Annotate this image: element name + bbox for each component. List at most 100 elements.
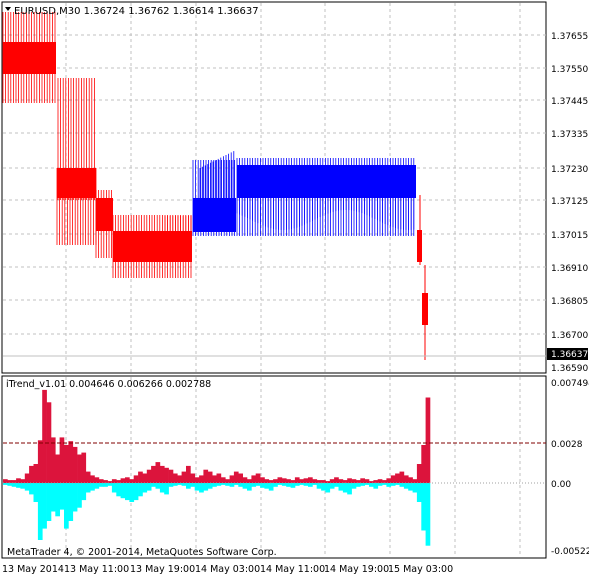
histogram-bar-positive (247, 479, 252, 483)
histogram-bar-positive (268, 480, 274, 483)
histogram-bar-positive (103, 480, 108, 483)
histogram-bar-negative (42, 483, 47, 529)
main-header: EURUSD,M30 1.36724 1.36762 1.36614 1.366… (14, 6, 259, 17)
time-label: 14 May 03:00 (195, 564, 260, 575)
histogram-bar-positive (59, 437, 65, 483)
histogram-bar-negative (360, 483, 365, 486)
histogram-bar-positive (408, 477, 413, 483)
histogram-bar-positive (421, 445, 426, 483)
histogram-bar-negative (94, 483, 100, 489)
histogram-bar-positive (303, 478, 309, 484)
time-axis: 13 May 2014 13 May 11:00 13 May 19:00 14… (2, 564, 453, 575)
histogram-bar-negative (29, 483, 34, 495)
histogram-bar-positive (98, 479, 104, 483)
histogram-bar-negative (303, 483, 309, 486)
time-label: 14 May 11:00 (260, 564, 325, 575)
histogram-bar-positive (55, 454, 60, 483)
histogram-bar-negative (20, 483, 26, 489)
histogram-bar-negative (138, 483, 143, 497)
histogram-bar-negative (351, 483, 357, 489)
histogram-bar-positive (312, 479, 318, 483)
price-label: 1.37550 (551, 65, 588, 75)
histogram-bar-positive (386, 478, 392, 484)
histogram-bar-positive (90, 475, 95, 483)
histogram-bar-positive (37, 440, 43, 484)
histogram-bar-positive (50, 437, 56, 483)
histogram-bar-negative (172, 483, 178, 486)
trading-chart[interactable]: EURUSD,M30 1.36724 1.36762 1.36614 1.366… (0, 0, 589, 577)
histogram-bar-negative (425, 483, 431, 546)
histogram-bar-positive (351, 479, 357, 483)
histogram-bar-negative (186, 483, 191, 489)
histogram-bar-negative (190, 483, 196, 487)
histogram-bar-positive (382, 480, 387, 483)
histogram-bar-positive (172, 473, 178, 483)
histogram-bar-positive (81, 452, 87, 483)
histogram-bar-positive (360, 478, 365, 484)
histogram-bar-positive (199, 475, 204, 483)
histogram-bar-positive (120, 478, 126, 484)
indicator-scale-label: 0.007494 (551, 379, 589, 389)
histogram-bar-positive (321, 480, 326, 483)
histogram-bar-positive (412, 479, 418, 483)
histogram-bar-negative (207, 483, 213, 489)
histogram-bar-positive (16, 478, 21, 484)
histogram-bar-positive (273, 479, 278, 483)
histogram-bar-positive (151, 465, 156, 483)
histogram-bar-positive (3, 479, 8, 483)
price-block (193, 198, 236, 232)
histogram-bar-negative (46, 483, 52, 521)
histogram-bar-negative (229, 483, 235, 487)
histogram-bar-negative (33, 483, 39, 502)
histogram-bar-negative (199, 483, 204, 493)
histogram-bar-positive (207, 471, 213, 483)
price-block (96, 198, 113, 231)
histogram-bar-negative (37, 483, 43, 540)
histogram-bar-negative (312, 483, 318, 485)
histogram-bar-positive (168, 469, 174, 483)
histogram-bar-positive (11, 480, 17, 483)
indicator-scale-label: -0.005225 (551, 547, 589, 557)
histogram-bar-negative (212, 483, 217, 487)
price-label: 1.36700 (551, 331, 588, 341)
price-label: 1.37445 (551, 97, 588, 107)
histogram-bar-positive (255, 473, 261, 483)
histogram-bar-positive (355, 480, 361, 483)
histogram-bar-positive (29, 465, 34, 483)
histogram-bar-positive (111, 479, 117, 483)
histogram-bar-positive (194, 477, 200, 483)
histogram-bar-positive (64, 445, 69, 483)
histogram-bar-negative (146, 483, 152, 491)
histogram-bar-negative (273, 483, 278, 487)
histogram-bar-negative (85, 483, 91, 493)
histogram-bar-positive (72, 446, 78, 483)
price-block (113, 231, 192, 262)
histogram-bar-positive (281, 478, 287, 484)
histogram-bar-positive (129, 479, 135, 483)
histogram-bar-positive (316, 480, 322, 483)
histogram-bar-negative (72, 483, 78, 512)
histogram-bar-negative (120, 483, 126, 499)
histogram-bar-negative (290, 483, 296, 488)
histogram-bar-positive (338, 479, 344, 483)
histogram-bar-negative (177, 483, 182, 485)
histogram-bar-positive (33, 464, 39, 483)
histogram-bar-negative (125, 483, 130, 501)
histogram-bar-positive (347, 478, 352, 484)
histogram-bar-positive (20, 479, 26, 483)
histogram-bar-negative (316, 483, 322, 489)
time-label: 13 May 2014 (2, 564, 64, 575)
price-label: 1.37230 (551, 165, 588, 175)
histogram-bar-positive (377, 479, 383, 483)
histogram-bar-negative (50, 483, 56, 512)
histogram-bar-positive (225, 479, 230, 483)
histogram-bar-negative (98, 483, 104, 487)
histogram-bar-negative (242, 483, 248, 489)
histogram-bar-negative (81, 483, 87, 501)
histogram-bar-positive (190, 473, 196, 483)
histogram-bar-positive (238, 473, 243, 483)
histogram-bar-negative (11, 483, 17, 487)
histogram-bar-negative (16, 483, 21, 488)
histogram-bar-positive (308, 477, 313, 483)
histogram-bar-positive (260, 477, 265, 483)
